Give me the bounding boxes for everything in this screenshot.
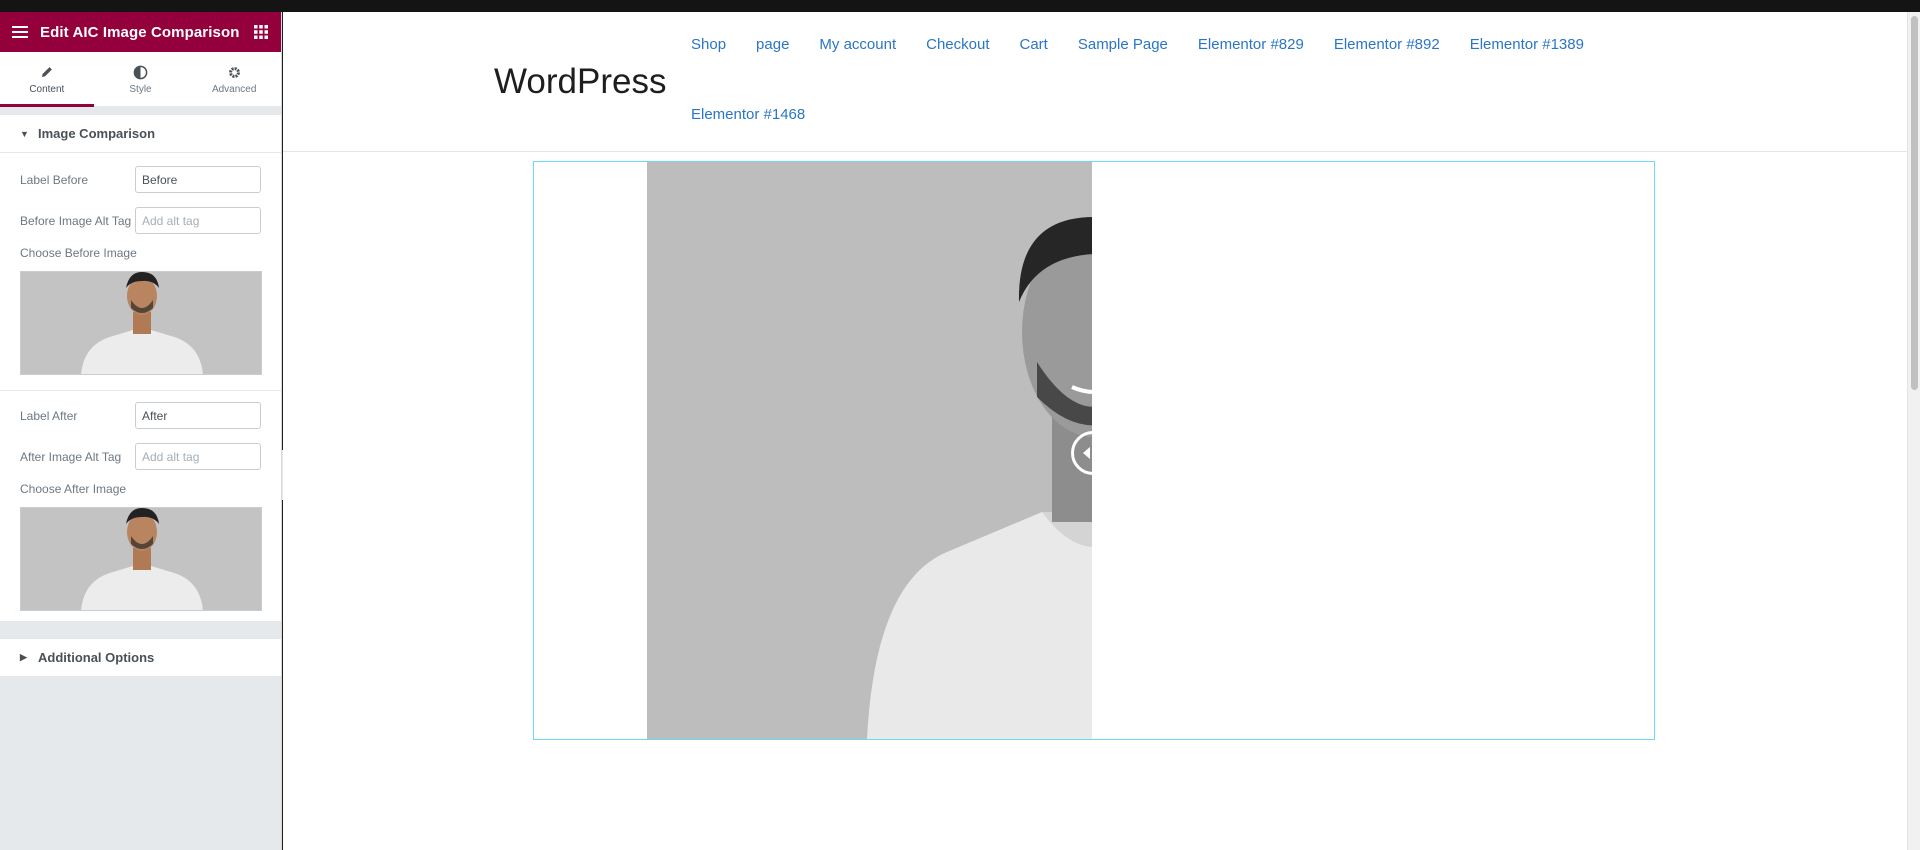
panel-header: Edit AIC Image Comparison	[0, 12, 281, 52]
nav-link[interactable]: Elementor #892	[1334, 36, 1440, 106]
before-image-thumbnail[interactable]	[20, 271, 262, 375]
after-alt-input[interactable]	[135, 443, 261, 470]
menu-icon[interactable]	[0, 12, 40, 52]
before-alt-input[interactable]	[135, 207, 261, 234]
nav-link[interactable]: Elementor #1389	[1470, 36, 1584, 106]
panel-tabs: Content Style Advanced	[0, 52, 281, 107]
label-before-input[interactable]	[135, 166, 261, 193]
tab-advanced[interactable]: Advanced	[187, 52, 281, 106]
nav-link[interactable]: Elementor #829	[1198, 36, 1304, 106]
tab-style[interactable]: Style	[94, 52, 188, 106]
label-after-input[interactable]	[135, 402, 261, 429]
image-comparison-widget[interactable]	[533, 161, 1655, 740]
preview-area: WordPress Shop page My account Checkout …	[283, 12, 1907, 850]
control-label-before: Label Before	[20, 159, 261, 200]
widgets-grid-icon[interactable]	[241, 12, 281, 52]
control-label-after: Label After	[20, 395, 261, 436]
pencil-icon	[40, 63, 54, 81]
panel-title: Edit AIC Image Comparison	[40, 23, 240, 41]
choose-after-label: Choose After Image	[20, 482, 127, 496]
tab-content-label: Content	[29, 84, 65, 95]
site-header: WordPress Shop page My account Checkout …	[283, 12, 1907, 152]
after-image-thumbnail[interactable]	[20, 507, 262, 611]
gear-icon	[227, 63, 242, 81]
nav-link[interactable]: Cart	[1020, 36, 1048, 106]
section-additional-options[interactable]: ▶ Additional Options	[0, 639, 281, 677]
section-title: Image Comparison	[38, 126, 156, 141]
vertical-scrollbar[interactable]	[1907, 12, 1920, 850]
main-navigation: Shop page My account Checkout Cart Sampl…	[691, 36, 1681, 176]
nav-link[interactable]: page	[756, 36, 789, 106]
half-circle-icon	[133, 63, 148, 81]
scrollbar-thumb[interactable]	[1911, 16, 1918, 390]
divider	[0, 375, 281, 391]
control-after-alt: After Image Alt Tag	[20, 436, 261, 477]
control-before-alt: Before Image Alt Tag	[20, 200, 261, 241]
tab-content[interactable]: Content	[0, 52, 94, 107]
comparison-container	[647, 162, 1542, 739]
nav-link[interactable]: Sample Page	[1078, 36, 1168, 106]
slider-handle[interactable]	[1071, 431, 1115, 475]
before-image	[647, 162, 1094, 739]
caret-down-icon: ▼	[20, 128, 29, 139]
arrow-right-icon	[1096, 447, 1103, 459]
site-title[interactable]: WordPress	[494, 62, 666, 102]
tab-advanced-label: Advanced	[211, 84, 257, 95]
editor-panel: Edit AIC Image Comparison Content Style	[0, 12, 282, 850]
arrow-left-icon	[1083, 447, 1090, 459]
after-alt-label: After Image Alt Tag	[20, 449, 122, 464]
nav-link[interactable]: My account	[819, 36, 896, 106]
tab-style-label: Style	[129, 84, 152, 95]
nav-link[interactable]: Checkout	[926, 36, 989, 106]
section-body: Label Before Before Image Alt Tag Choose…	[0, 153, 281, 621]
additional-options-title: Additional Options	[38, 650, 155, 665]
section-image-comparison[interactable]: ▼ Image Comparison	[0, 115, 281, 153]
choose-before-label: Choose Before Image	[20, 246, 137, 260]
after-image	[1094, 162, 1542, 739]
caret-right-icon: ▶	[20, 652, 27, 662]
nav-link[interactable]: Shop	[691, 36, 726, 106]
before-alt-label: Before Image Alt Tag	[20, 213, 132, 228]
label-after-label: Label After	[20, 408, 78, 423]
label-before-label: Label Before	[20, 172, 89, 187]
browser-top-strip	[0, 0, 1920, 12]
